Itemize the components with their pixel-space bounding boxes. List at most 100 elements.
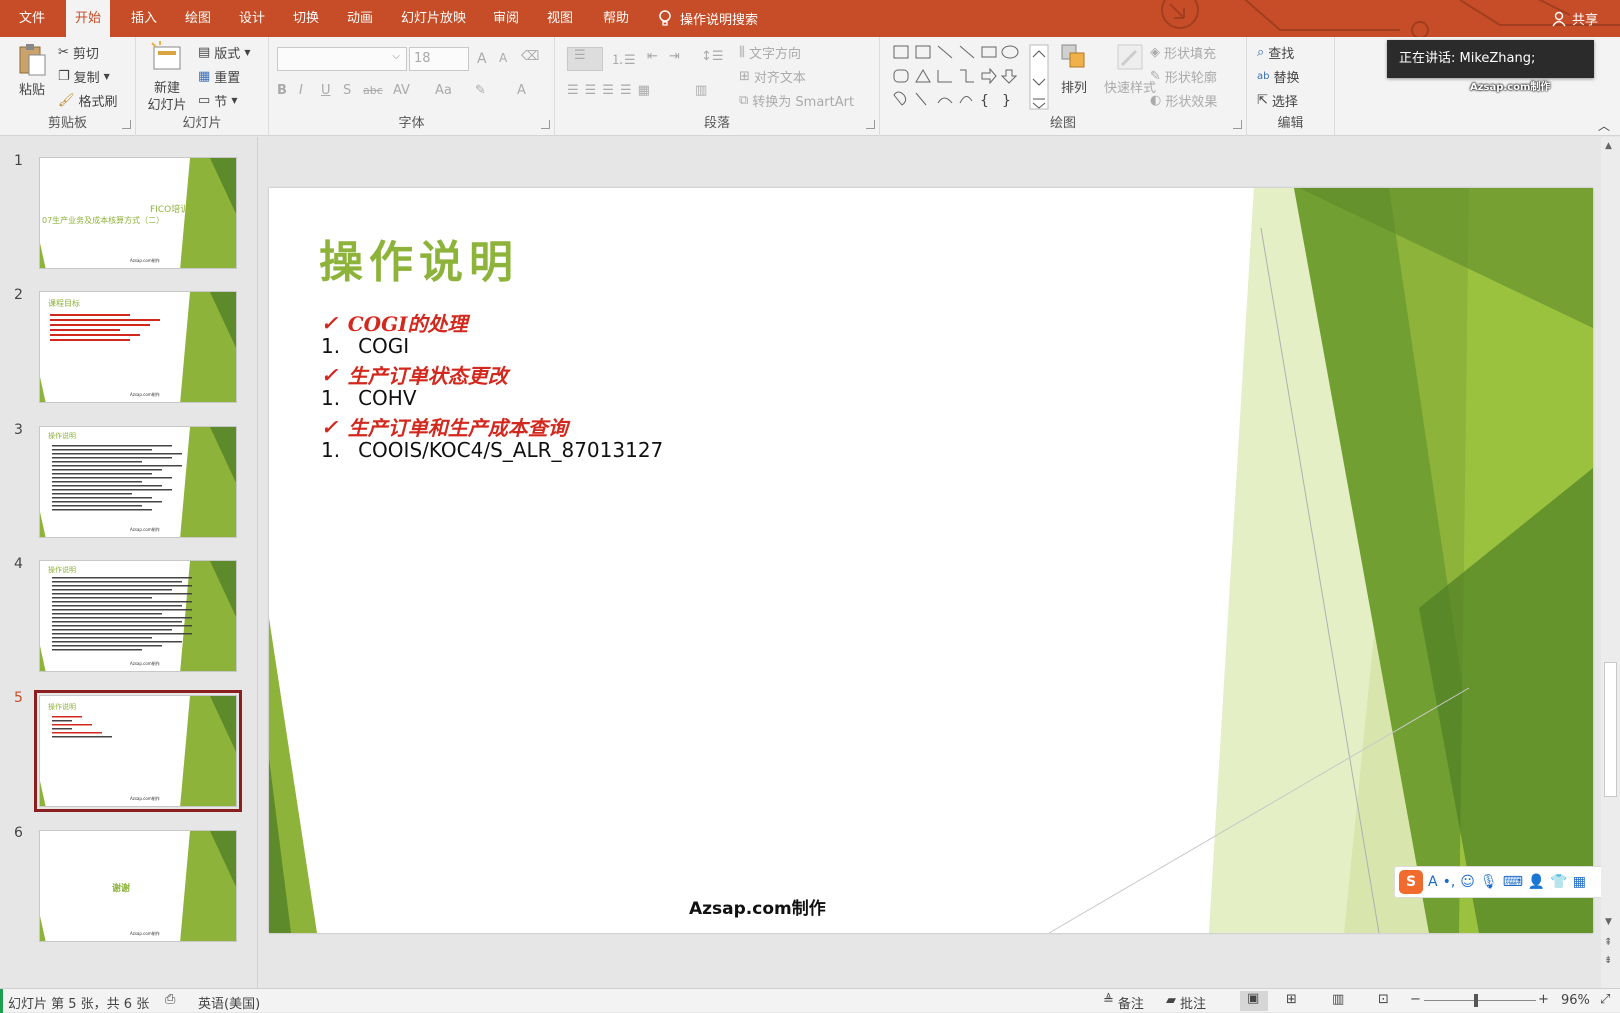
cut-button[interactable]: ✂ 剪切	[58, 43, 99, 62]
drawing-launcher[interactable]	[1233, 120, 1242, 129]
shape-outline-button[interactable]: ✎ 形状轮廓	[1150, 67, 1217, 86]
align-buttons[interactable]: ☰☰☰☰▦	[567, 83, 656, 98]
slide-thumbnail-1[interactable]: FICO培训 07生产业务及成本核算方式（二） Azsap.com制作	[39, 157, 237, 269]
bullet-6[interactable]: 1. COOIS/KOC4/S_ALR_87013127	[321, 438, 663, 462]
shadow-button[interactable]: S	[343, 83, 351, 98]
slide-thumbnail-6[interactable]: 谢谢 Azsap.com制作	[39, 830, 237, 942]
reset-button[interactable]: ▦ 重置	[198, 67, 240, 86]
tab-draw[interactable]: 绘图	[176, 0, 220, 37]
shapes-gallery[interactable]: {}	[892, 43, 1052, 113]
paste-button[interactable]: 粘贴	[14, 43, 50, 99]
zoom-out-button[interactable]: −	[1410, 992, 1421, 1007]
tab-design[interactable]: 设计	[230, 0, 274, 37]
columns-button[interactable]: ▥	[695, 83, 707, 98]
keyboard-icon[interactable]: ⌨	[1503, 874, 1523, 890]
zoom-in-button[interactable]: +	[1538, 992, 1549, 1007]
reading-view-button[interactable]: ▥	[1332, 992, 1344, 1007]
prev-slide-icon[interactable]: ⇞	[1604, 937, 1612, 948]
strikethrough-button[interactable]: abc	[363, 84, 383, 97]
comments-button[interactable]: ▰ 批注	[1166, 993, 1206, 1012]
bullets-button[interactable]: ☰	[567, 47, 603, 71]
underline-button[interactable]: U	[321, 83, 331, 98]
vertical-scrollbar[interactable]: ▲ ▼ ⇞ ⇟	[1601, 137, 1620, 988]
format-painter-button[interactable]: 🖌 格式刷	[58, 91, 118, 110]
tell-me-search[interactable]: 操作说明搜索	[658, 0, 758, 37]
zoom-slider[interactable]	[1424, 1000, 1536, 1001]
bullet-5[interactable]: ✓ 生产订单和生产成本查询	[321, 412, 568, 441]
slide-thumbnail-5[interactable]: 操作说明 Azsap.com制作	[34, 690, 242, 812]
new-slide-button[interactable]: 新建 幻灯片	[142, 41, 192, 114]
numbering-button[interactable]: ⒈☰	[611, 49, 636, 68]
highlight-button[interactable]: ✎	[475, 83, 486, 98]
convert-smartart-button[interactable]: ⧉ 转换为 SmartArt	[739, 91, 854, 110]
font-size-dropdown[interactable]: 18	[409, 47, 469, 71]
slide-sorter-button[interactable]: ⊞	[1286, 992, 1297, 1007]
sogou-logo-icon[interactable]: S	[1399, 870, 1423, 894]
increase-indent-button[interactable]: ⇥	[669, 49, 680, 64]
current-slide[interactable]: 操作说明 ✓ COGI的处理 1. COGI ✓ 生产订单状态更改 1. COHV ✓ 生…	[269, 188, 1593, 933]
scroll-up-icon[interactable]: ▲	[1605, 141, 1612, 151]
tab-review[interactable]: 审阅	[484, 0, 528, 37]
language-indicator[interactable]: 英语(美国)	[198, 993, 260, 1012]
scroll-thumb[interactable]	[1604, 662, 1617, 797]
tab-view[interactable]: 视图	[538, 0, 582, 37]
align-text-button[interactable]: ⊞ 对齐文本	[739, 67, 806, 86]
decrease-indent-button[interactable]: ⇤	[647, 49, 658, 64]
ime-toolbar[interactable]: S A •, ☺ 🎙 ⌨ 👤 👕 ▦	[1394, 866, 1620, 898]
scroll-down-icon[interactable]: ▼	[1605, 917, 1612, 927]
shape-effects-button[interactable]: ◐ 形状效果	[1150, 91, 1217, 110]
grid-icon[interactable]: ▦	[1573, 874, 1586, 890]
find-button[interactable]: ⌕ 查找	[1257, 43, 1294, 62]
bullet-3[interactable]: ✓ 生产订单状态更改	[321, 360, 508, 389]
bullet-2[interactable]: 1. COGI	[321, 334, 409, 358]
tab-slideshow[interactable]: 幻灯片放映	[392, 0, 475, 37]
bold-button[interactable]: B	[277, 83, 287, 98]
shirt-icon[interactable]: 👕	[1550, 874, 1567, 890]
emoji-icon[interactable]: ☺	[1460, 874, 1475, 890]
next-slide-icon[interactable]: ⇟	[1604, 955, 1612, 966]
collapse-ribbon-button[interactable]: ︿	[1598, 117, 1610, 134]
shrink-font-button[interactable]: A	[499, 51, 507, 65]
paragraph-launcher[interactable]	[866, 120, 875, 129]
user-icon[interactable]: 👤	[1528, 874, 1545, 890]
bullet-4[interactable]: 1. COHV	[321, 386, 417, 410]
clear-format-button[interactable]: ⌫	[521, 49, 539, 64]
section-button[interactable]: ▭ 节 ▼	[198, 91, 237, 110]
clipboard-launcher[interactable]	[122, 120, 131, 129]
copy-button[interactable]: ❐ 复制 ▼	[58, 67, 110, 86]
grow-font-button[interactable]: A	[477, 51, 487, 67]
microphone-icon[interactable]: 🎙	[1480, 874, 1498, 890]
line-spacing-button[interactable]: ↕☰	[701, 49, 724, 64]
tab-home[interactable]: 开始	[66, 0, 111, 37]
tab-transitions[interactable]: 切换	[284, 0, 328, 37]
font-color-button[interactable]: A	[517, 83, 526, 98]
zoom-slider-thumb[interactable]	[1474, 994, 1478, 1007]
notes-button[interactable]: ≜ 备注	[1103, 993, 1144, 1012]
font-name-dropdown[interactable]: ⌵	[277, 47, 407, 71]
tab-file[interactable]: 文件	[10, 0, 54, 37]
fit-slide-icon[interactable]: ⤢	[1600, 992, 1610, 1007]
layout-button[interactable]: ▤ 版式 ▼	[198, 43, 250, 62]
text-direction-button[interactable]: ⫼ 文字方向	[739, 43, 801, 62]
slide-footer[interactable]: Azsap.com制作	[689, 894, 826, 919]
slideshow-button[interactable]: ⊡	[1378, 992, 1389, 1007]
italic-button[interactable]: I	[299, 83, 303, 98]
spacing-button[interactable]: AV	[393, 83, 410, 98]
font-launcher[interactable]	[541, 120, 550, 129]
slide-thumbnail-4[interactable]: 操作说明 Azsap.com制作	[39, 560, 237, 672]
select-button[interactable]: ⇱ 选择	[1257, 91, 1298, 110]
tab-help[interactable]: 帮助	[594, 0, 638, 37]
normal-view-button[interactable]: ▣	[1240, 991, 1268, 1011]
punctuation-icon[interactable]: •,	[1443, 874, 1456, 890]
spellcheck-icon[interactable]: ⎙	[165, 992, 175, 1007]
replace-button[interactable]: ab 替换	[1257, 67, 1300, 86]
slide-thumbnail-2[interactable]: 课程目标 Azsap.com制作	[39, 291, 237, 403]
arrange-button[interactable]: 排列	[1052, 41, 1096, 97]
font-icon[interactable]: A	[1428, 874, 1438, 890]
slide-thumbnail-3[interactable]: 操作说明 Azsap.com制作	[39, 426, 237, 538]
tab-insert[interactable]: 插入	[122, 0, 166, 37]
slide-title[interactable]: 操作说明	[319, 226, 519, 290]
share-button[interactable]: 共享	[1552, 0, 1598, 37]
zoom-level[interactable]: 96%	[1561, 993, 1590, 1008]
bullet-1[interactable]: ✓ COGI的处理	[321, 308, 468, 337]
